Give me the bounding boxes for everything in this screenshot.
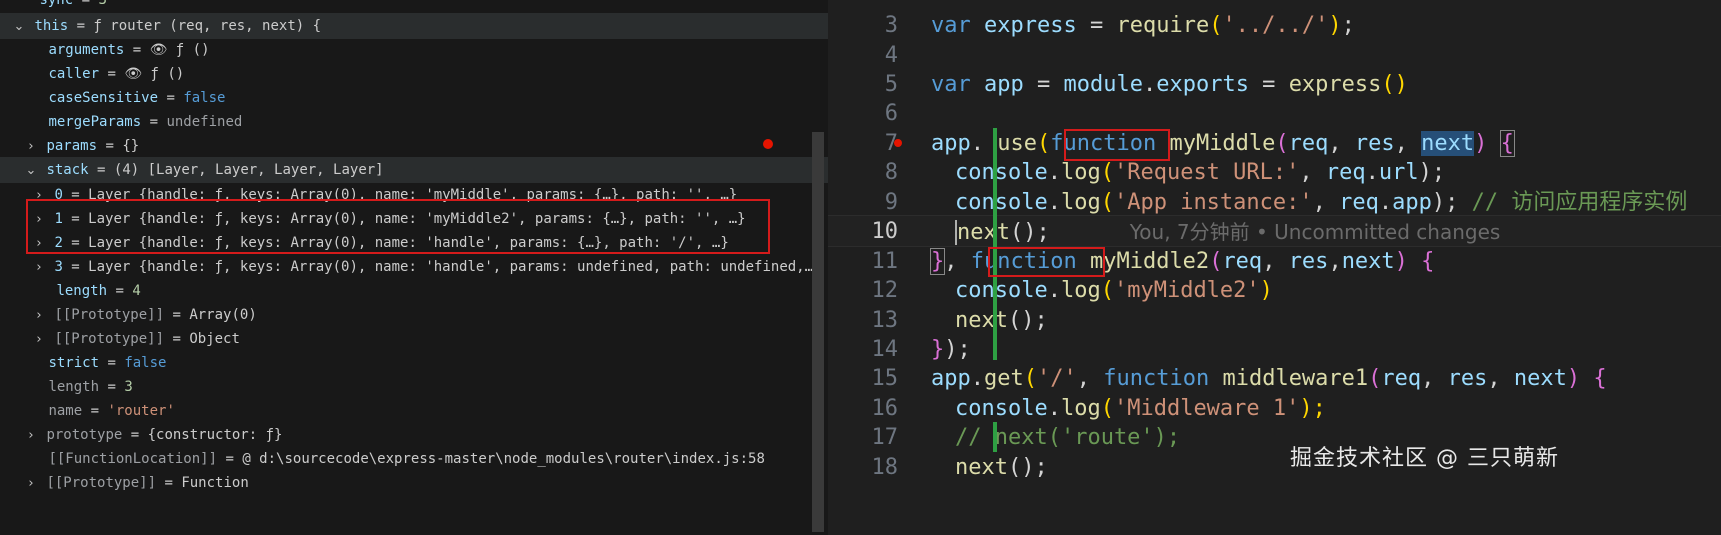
variable-row-stack-3[interactable]: › 3 = Layer {handle: ƒ, keys: Array(0), … xyxy=(0,254,828,280)
code-line[interactable]: 7 app. use(function myMiddle(req, res, n… xyxy=(828,128,1721,160)
chevron-right-icon[interactable]: › xyxy=(32,303,46,328)
code-line[interactable]: 13 next(); xyxy=(828,305,1721,337)
variable-row[interactable]: › [[Prototype]] = Object xyxy=(0,326,828,352)
chevron-down-icon[interactable]: ⌄ xyxy=(24,158,38,183)
variable-row-this[interactable]: ⌄ this = ƒ router (req, res, next) { xyxy=(0,13,828,39)
breakpoint-icon[interactable] xyxy=(763,139,773,149)
variable-row[interactable]: caseSensitive = false xyxy=(0,85,828,111)
variable-row[interactable]: › prototype = {constructor: ƒ} xyxy=(0,422,828,448)
chevron-right-icon[interactable]: › xyxy=(24,471,38,496)
eye-icon[interactable]: 👁 xyxy=(150,42,168,58)
chevron-right-icon[interactable]: › xyxy=(32,327,46,352)
highlight-box xyxy=(26,199,770,254)
variable-row-stack[interactable]: ⌄ stack = (4) [Layer, Layer, Layer, Laye… xyxy=(0,157,828,183)
code-line[interactable]: 16 console.log('Middleware 1'); xyxy=(828,393,1721,425)
chevron-right-icon[interactable]: › xyxy=(24,423,38,448)
variable-row[interactable]: arguments = 👁 ƒ () xyxy=(0,37,828,63)
code-line-current[interactable]: 10 next(); You, 7分钟前 • Uncommitted change… xyxy=(828,215,1721,247)
code-line[interactable]: 11 }, function myMiddle2(req, res,next) … xyxy=(828,246,1721,278)
variable-row[interactable]: › params = {} xyxy=(0,133,828,159)
variable-row[interactable]: length = 3 xyxy=(0,374,828,400)
variable-row[interactable]: [[FunctionLocation]] = @ d:\sourcecode\e… xyxy=(0,446,828,472)
code-line[interactable]: 3 var express = require('../../'); xyxy=(828,10,1721,42)
inline-breakpoint-icon[interactable] xyxy=(894,139,902,147)
git-blame-annotation: You, 7分钟前 • Uncommitted changes xyxy=(1129,220,1501,244)
code-line[interactable]: 4 xyxy=(828,40,1721,72)
code-line[interactable]: 15 app.get('/', function middleware1(req… xyxy=(828,363,1721,395)
variable-row[interactable]: sync = 3 xyxy=(0,0,828,13)
code-line[interactable]: 6 xyxy=(828,98,1721,130)
git-change-bar xyxy=(993,422,997,452)
highlight-box xyxy=(988,247,1105,277)
chevron-right-icon[interactable]: › xyxy=(24,134,38,159)
code-line[interactable]: 12 console.log('myMiddle2') xyxy=(828,275,1721,307)
variable-row[interactable]: › [[Prototype]] = Function xyxy=(0,470,828,496)
chevron-down-icon[interactable]: ⌄ xyxy=(12,14,26,39)
code-editor[interactable]: 3 var express = require('../../'); 4 5 v… xyxy=(828,0,1721,535)
variable-row[interactable]: length = 4 xyxy=(0,278,828,304)
variable-row[interactable]: mergeParams = undefined xyxy=(0,109,828,135)
code-line[interactable]: 8 console.log('Request URL:', req.url); xyxy=(828,157,1721,189)
eye-icon[interactable]: 👁 xyxy=(124,66,142,82)
variable-row[interactable]: name = 'router' xyxy=(0,398,828,424)
code-line[interactable]: 18 next(); xyxy=(828,452,1721,484)
variable-row[interactable]: › [[Prototype]] = Array(0) xyxy=(0,302,828,328)
code-line[interactable]: 5 var app = module.exports = express() xyxy=(828,69,1721,101)
variables-panel: sync = 3 ⌄ this = ƒ router (req, res, ne… xyxy=(0,0,828,535)
highlight-box xyxy=(1064,129,1170,161)
variable-row[interactable]: strict = false xyxy=(0,350,828,376)
variable-row[interactable]: caller = 👁 ƒ () xyxy=(0,61,828,87)
code-line[interactable]: 17 // next('route'); xyxy=(828,422,1721,454)
scrollbar[interactable] xyxy=(812,132,824,532)
chevron-right-icon[interactable]: › xyxy=(32,255,46,280)
git-change-bar xyxy=(993,128,997,360)
code-line[interactable]: 14 }); xyxy=(828,334,1721,366)
watermark: 掘金技术社区 @ 三只萌新 xyxy=(1290,446,1559,471)
